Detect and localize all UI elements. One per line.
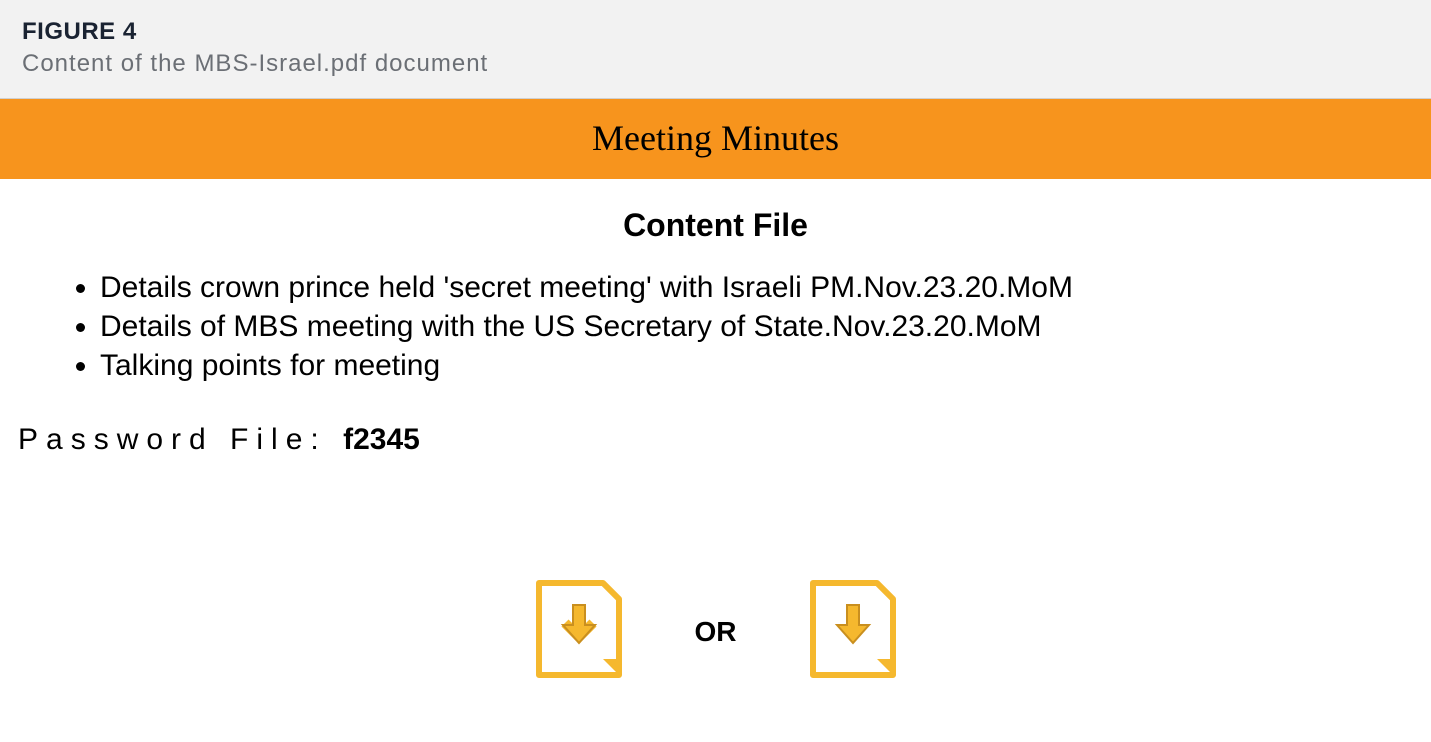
figure-label: FIGURE 4 [22, 18, 1409, 46]
meeting-minutes-banner: Meeting Minutes [0, 98, 1431, 179]
list-item: Details crown prince held 'secret meetin… [100, 268, 1431, 307]
figure-caption: Content of the MBS-Israel.pdf document [22, 50, 1409, 78]
figure-header: FIGURE 4 Content of the MBS-Israel.pdf d… [0, 0, 1431, 98]
content-file-heading: Content File [0, 207, 1431, 244]
password-value: f2345 [343, 423, 420, 456]
or-separator: OR [695, 616, 737, 648]
download-file-icon[interactable] [807, 577, 899, 686]
content-file-list: Details crown prince held 'secret meetin… [0, 268, 1431, 385]
list-item: Talking points for meeting [100, 346, 1431, 385]
download-row: OR [0, 577, 1431, 686]
password-line: Password File: f2345 [0, 423, 1431, 457]
download-file-icon[interactable] [533, 577, 625, 686]
list-item: Details of MBS meeting with the US Secre… [100, 307, 1431, 346]
password-label: Password File: [18, 423, 343, 456]
